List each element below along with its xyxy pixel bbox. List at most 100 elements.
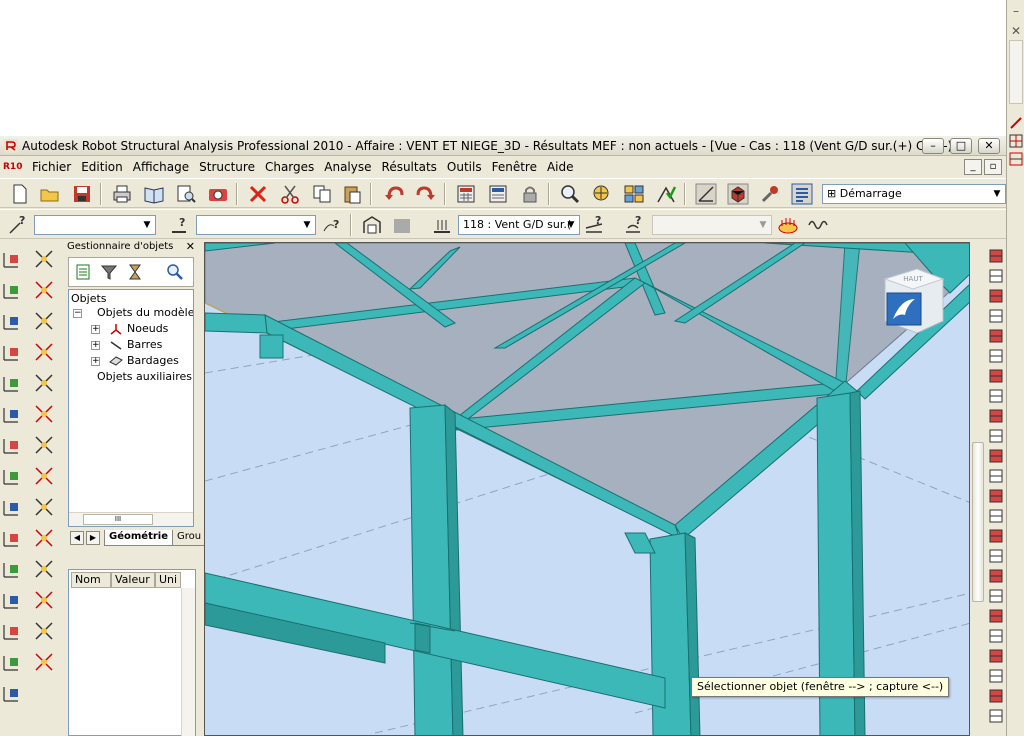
ladder-icon[interactable]	[32, 340, 56, 364]
tab-next-icon[interactable]: ▶	[86, 531, 100, 545]
outer-grid-icon[interactable]	[1009, 134, 1023, 148]
dynamic-display-icon[interactable]	[806, 213, 830, 237]
tree-root-label[interactable]: Objets	[71, 292, 107, 305]
viewport-vertical-scrollbar[interactable]	[970, 242, 986, 736]
hourglass-icon[interactable]	[125, 262, 145, 282]
mode-shape-icon[interactable]	[988, 368, 1004, 384]
envelope-icon[interactable]	[988, 468, 1004, 484]
scrollbar-thumb[interactable]	[972, 442, 984, 602]
menu-edition[interactable]: Edition	[76, 160, 128, 174]
chevron-down-icon[interactable]: ▼	[989, 185, 1005, 203]
steel-design-icon[interactable]	[988, 528, 1004, 544]
move-icon[interactable]	[32, 278, 56, 302]
column-header-name[interactable]: Nom	[71, 572, 111, 588]
layout-combo[interactable]: ⊞ Démarrage ▼	[822, 184, 1006, 204]
open-folder-icon[interactable]	[38, 182, 62, 206]
load-case-combo[interactable]: 118 : Vent G/D sur.(▼	[458, 215, 580, 235]
chevron-down-icon[interactable]: ▼	[299, 216, 315, 234]
outer-close-button[interactable]: ✕	[1009, 24, 1023, 38]
menu-structure[interactable]: Structure	[194, 160, 260, 174]
node-selection-combo[interactable]: ▼	[34, 215, 156, 235]
tree-item-model-objects[interactable]: Objets du modèle	[97, 306, 193, 319]
load-icon[interactable]	[0, 495, 24, 519]
tree-item-auxiliary-objects[interactable]: Objets auxiliaires	[97, 370, 192, 383]
mdi-restore-button[interactable]: ▫	[984, 159, 1002, 175]
tree-collapse-toggle[interactable]: −	[73, 309, 82, 318]
cladding-definition-icon[interactable]	[0, 340, 24, 364]
trim-icon[interactable]	[32, 526, 56, 550]
brush-icon[interactable]	[32, 247, 56, 271]
lock-icon[interactable]	[518, 182, 542, 206]
tree-expand-toggle[interactable]: +	[91, 325, 100, 334]
menu-analyse[interactable]: Analyse	[319, 160, 376, 174]
menu-resultats[interactable]: Résultats	[377, 160, 442, 174]
tree-expand-toggle[interactable]: +	[91, 341, 100, 350]
scroll-grip[interactable]: III	[83, 514, 153, 525]
chevron-down-icon[interactable]: ▼	[139, 216, 155, 234]
load-case-icon[interactable]	[430, 213, 454, 237]
preferences-wrench-icon[interactable]	[758, 182, 782, 206]
tree-horizontal-scrollbar[interactable]: III	[69, 512, 193, 526]
material-icon[interactable]	[0, 557, 24, 581]
timber-icon[interactable]	[988, 568, 1004, 584]
paste-icon[interactable]	[340, 182, 364, 206]
tab-prev-icon[interactable]: ◀	[70, 531, 84, 545]
reaction-icon[interactable]	[988, 348, 1004, 364]
panel-icon[interactable]	[0, 433, 24, 457]
mesh-icon[interactable]	[0, 464, 24, 488]
load-display-icon[interactable]	[776, 213, 800, 237]
code-check-icon[interactable]	[988, 488, 1004, 504]
support-definition-icon[interactable]	[0, 309, 24, 333]
divide-icon[interactable]	[32, 588, 56, 612]
filter-icon[interactable]	[99, 262, 119, 282]
close-icon[interactable]: ✕	[186, 240, 195, 253]
structure-model-icon[interactable]	[694, 182, 718, 206]
offset-icon[interactable]	[0, 588, 24, 612]
column-header-unit[interactable]: Uni	[155, 572, 181, 588]
report-icon[interactable]	[988, 508, 1004, 524]
split-icon[interactable]	[32, 619, 56, 643]
axis-icon[interactable]	[0, 371, 24, 395]
scale-icon[interactable]	[32, 464, 56, 488]
tree-item-bars[interactable]: Barres	[127, 338, 162, 351]
tab-groupes[interactable]: Grou	[172, 530, 207, 546]
angle-icon[interactable]	[32, 650, 56, 674]
menu-aide[interactable]: Aide	[542, 160, 579, 174]
combination-select-icon[interactable]: ?	[582, 213, 606, 237]
column-header-value[interactable]: Valeur	[111, 572, 155, 588]
bar-diagram-icon[interactable]	[988, 388, 1004, 404]
bar-definition-icon[interactable]	[0, 278, 24, 302]
report-book-icon[interactable]	[142, 182, 166, 206]
structure-3d-viewport[interactable]: HAUT	[204, 242, 970, 736]
intersect-icon[interactable]	[32, 557, 56, 581]
cut-icon[interactable]	[278, 182, 302, 206]
calculator-options-icon[interactable]	[486, 182, 510, 206]
extend-icon[interactable]	[32, 495, 56, 519]
outer-minimize-button[interactable]: –	[1009, 4, 1023, 18]
zoom-tool-icon[interactable]	[0, 650, 24, 674]
result-diagram-icon[interactable]	[988, 248, 1004, 264]
copy-icon[interactable]	[310, 182, 334, 206]
properties-scrollbar[interactable]	[181, 588, 195, 736]
menu-fichier[interactable]: Fichier	[27, 160, 76, 174]
rc-design-icon[interactable]	[988, 588, 1004, 604]
outer-scrollbar[interactable]	[1009, 40, 1023, 104]
search-icon[interactable]	[165, 262, 185, 282]
section-icon[interactable]	[0, 526, 24, 550]
object-list-icon[interactable]	[73, 262, 93, 282]
bar-selection-combo[interactable]: ▼	[196, 215, 316, 235]
release-icon[interactable]	[0, 402, 24, 426]
views-icon[interactable]	[622, 182, 646, 206]
node-select-icon[interactable]: ?	[6, 213, 30, 237]
print-icon[interactable]	[110, 182, 134, 206]
layout-selector-icon[interactable]	[790, 182, 814, 206]
chevron-down-icon[interactable]: ▼	[563, 216, 579, 234]
gauge-icon[interactable]	[0, 619, 24, 643]
tab-geometrie[interactable]: Géométrie	[104, 530, 173, 546]
result-map-icon[interactable]	[988, 268, 1004, 284]
view-cube[interactable]: HAUT	[877, 263, 947, 339]
zoom-all-icon[interactable]	[590, 182, 614, 206]
mdi-minimize-button[interactable]: _	[964, 159, 982, 175]
connection-icon[interactable]	[988, 548, 1004, 564]
zoom-icon[interactable]	[558, 182, 582, 206]
